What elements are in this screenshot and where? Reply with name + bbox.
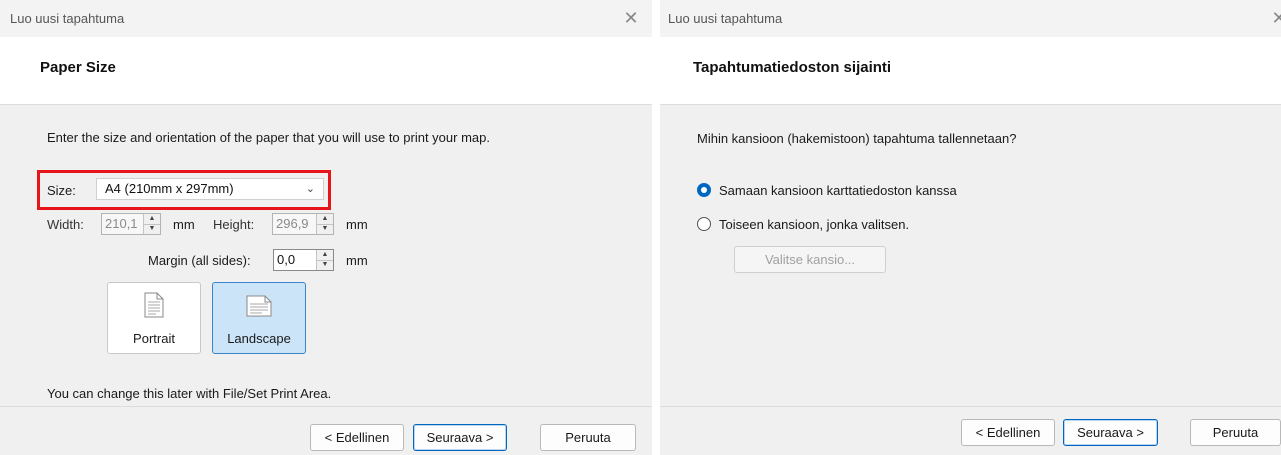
choose-folder-button[interactable]: Valitse kansio... [734, 246, 886, 273]
margin-spin-buttons: ▲ ▼ [316, 250, 333, 270]
title-bar: Luo uusi tapahtuma ✕ [0, 0, 652, 37]
option-other-folder-label[interactable]: Toiseen kansioon, jonka valitsen. [719, 217, 909, 232]
radio-other-folder[interactable] [697, 217, 711, 231]
cancel-button[interactable]: Peruuta [1190, 419, 1281, 446]
page-title: Paper Size [40, 59, 116, 76]
size-label: Size: [47, 183, 76, 198]
width-spin-buttons: ▲ ▼ [143, 214, 160, 234]
width-label: Width: [47, 217, 84, 232]
paper-size-select[interactable]: A4 (210mm x 297mm) ⌄ [96, 178, 324, 200]
paper-size-dialog: Luo uusi tapahtuma ✕ Paper Size Enter th… [0, 0, 652, 455]
chevron-down-icon: ⌄ [305, 183, 315, 195]
back-button[interactable]: < Edellinen [310, 424, 404, 451]
height-stepper[interactable]: 296,9 ▲ ▼ [272, 213, 334, 235]
spin-down-icon[interactable]: ▼ [317, 224, 333, 234]
option-same-folder-label[interactable]: Samaan kansioon karttatiedoston kanssa [719, 183, 957, 198]
height-spin-buttons: ▲ ▼ [316, 214, 333, 234]
instruction-text: Enter the size and orientation of the pa… [47, 130, 490, 145]
next-button[interactable]: Seuraava > [1063, 419, 1158, 446]
back-button[interactable]: < Edellinen [961, 419, 1055, 446]
spin-down-icon[interactable]: ▼ [144, 224, 160, 234]
portrait-label: Portrait [133, 331, 175, 346]
height-unit: mm [346, 217, 368, 232]
height-value: 296,9 [276, 216, 309, 231]
question-text: Mihin kansioon (hakemistoon) tapahtuma t… [697, 131, 1017, 146]
margin-unit: mm [346, 253, 368, 268]
radio-same-folder[interactable] [697, 183, 711, 197]
margin-stepper[interactable]: 0,0 ▲ ▼ [273, 249, 334, 271]
paper-size-value: A4 (210mm x 297mm) [105, 181, 234, 196]
footer-divider [660, 406, 1281, 407]
event-file-location-dialog: Luo uusi tapahtuma ✕ Tapahtumatiedoston … [660, 0, 1281, 455]
title-bar: Luo uusi tapahtuma ✕ [660, 0, 1281, 37]
width-unit: mm [173, 217, 195, 232]
page-title: Tapahtumatiedoston sijainti [693, 59, 892, 76]
landscape-page-icon [246, 295, 272, 317]
close-icon[interactable]: ✕ [1268, 7, 1281, 29]
margin-label: Margin (all sides): [148, 253, 251, 268]
height-label: Height: [213, 217, 255, 232]
note-text: You can change this later with File/Set … [47, 386, 332, 401]
portrait-page-icon [144, 292, 164, 318]
next-button[interactable]: Seuraava > [413, 424, 507, 451]
portrait-option[interactable]: Portrait [107, 282, 201, 354]
width-value: 210,1 [105, 216, 138, 231]
landscape-option[interactable]: Landscape [212, 282, 306, 354]
cancel-button[interactable]: Peruuta [540, 424, 636, 451]
footer-divider [0, 406, 652, 407]
landscape-label: Landscape [227, 331, 291, 346]
width-stepper[interactable]: 210,1 ▲ ▼ [101, 213, 161, 235]
margin-value: 0,0 [277, 252, 296, 267]
window-title: Luo uusi tapahtuma [10, 11, 125, 26]
window-title: Luo uusi tapahtuma [668, 11, 783, 26]
wizard-header: Paper Size [0, 37, 652, 105]
close-icon[interactable]: ✕ [620, 7, 642, 29]
spin-down-icon[interactable]: ▼ [317, 260, 333, 270]
wizard-header: Tapahtumatiedoston sijainti [660, 37, 1281, 105]
